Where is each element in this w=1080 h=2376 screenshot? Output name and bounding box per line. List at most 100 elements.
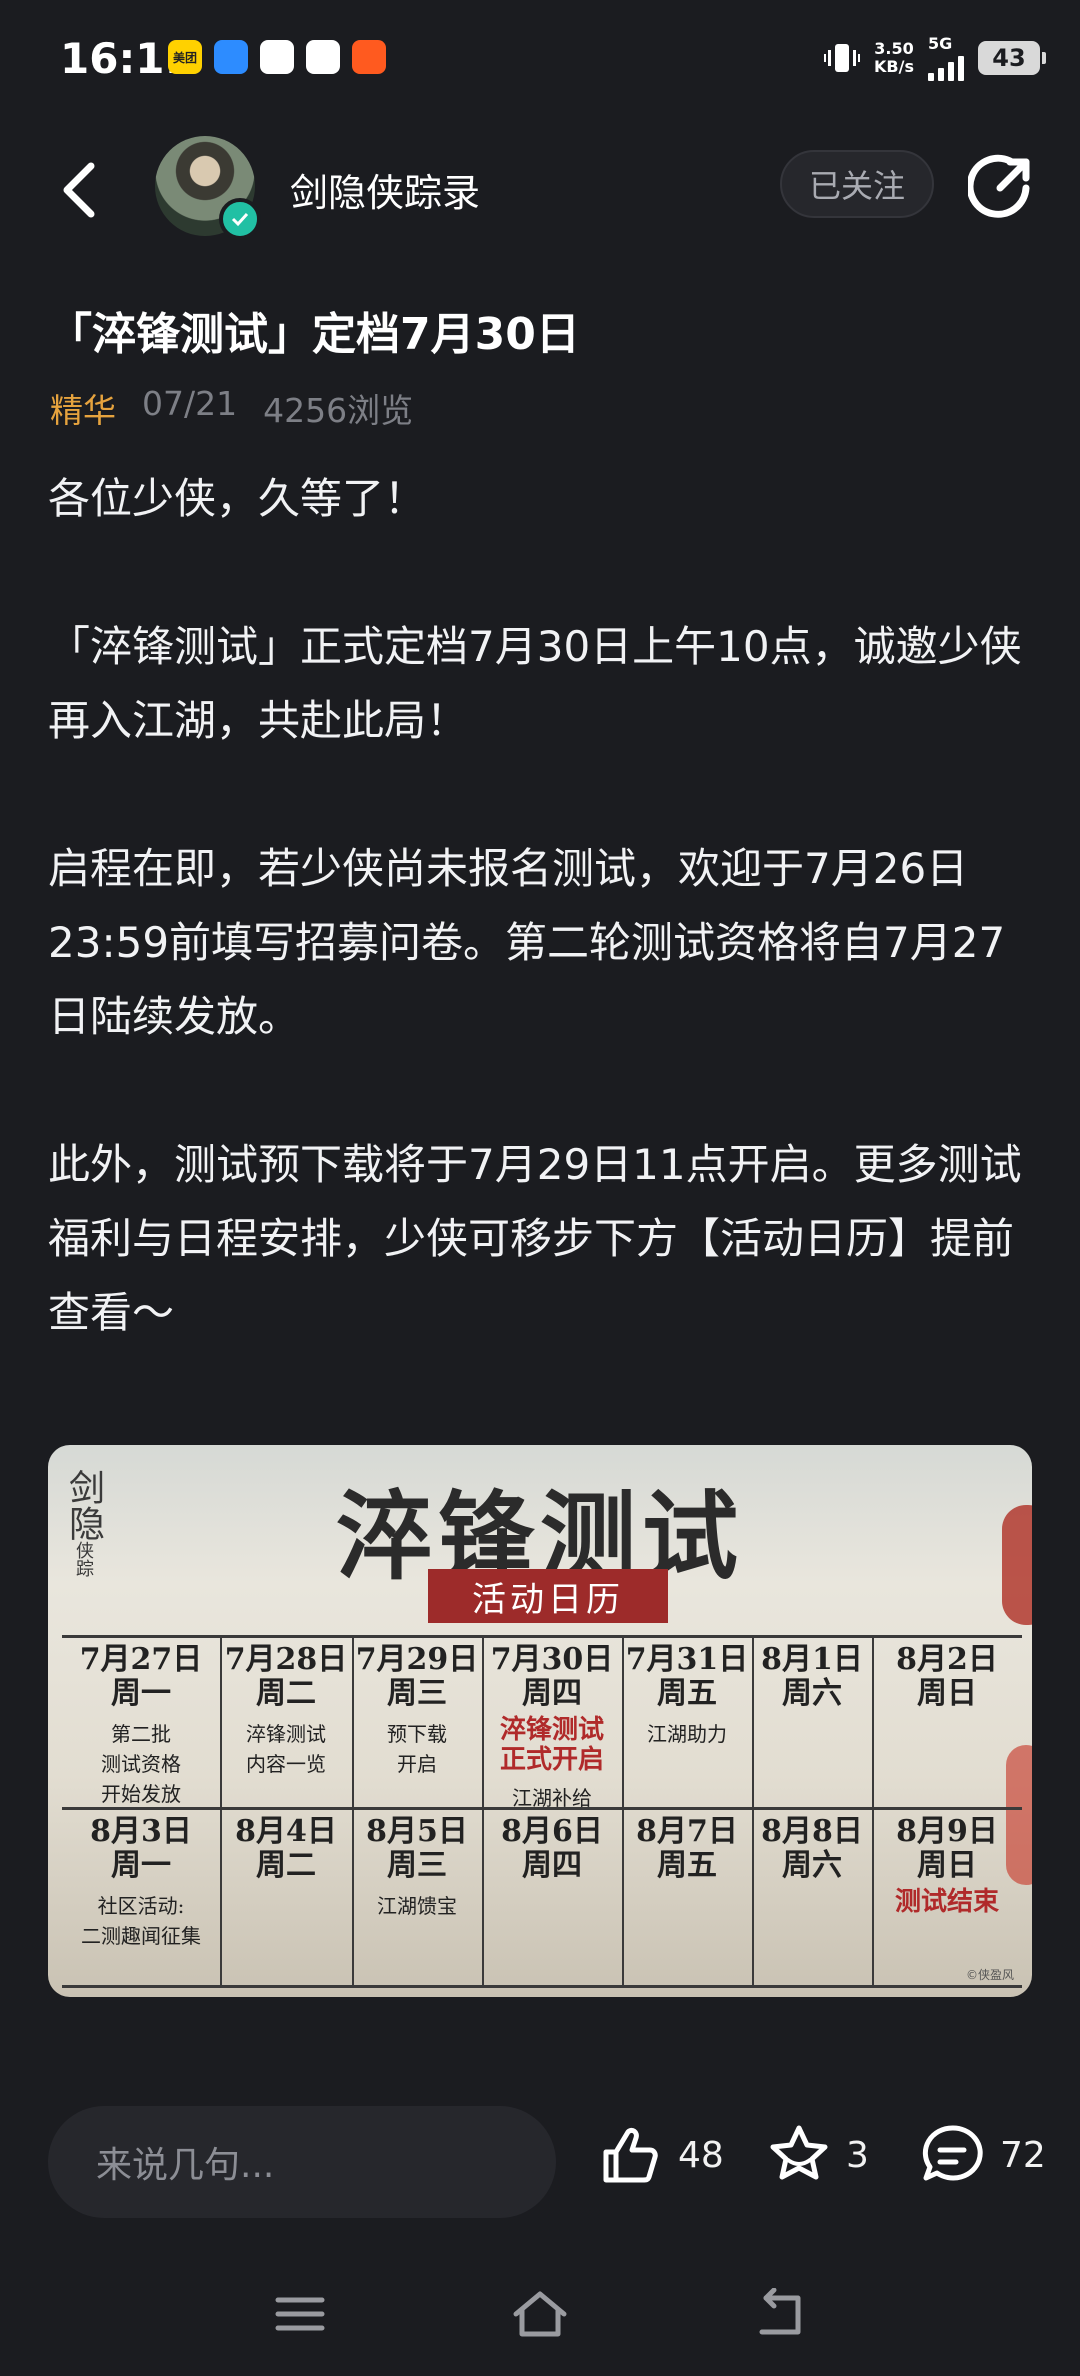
calendar-weekday: 周四 (522, 1848, 582, 1883)
paragraph: 此外，测试预下载将于7月29日11点开启。更多测试福利与日程安排，少侠可移步下方… (48, 1140, 1022, 1337)
calendar-note: 江湖补给 (512, 1786, 592, 1810)
net-speed-unit: KB/s (874, 56, 914, 76)
calendar-weekday: 周一 (111, 1848, 171, 1883)
calendar-note: 第二批 测试资格 开始发放 (101, 1722, 181, 1806)
post-title: 「淬锋测试」定档7月30日 (48, 309, 580, 360)
menu-icon[interactable] (270, 2288, 330, 2340)
favorite-button[interactable]: 3 (766, 2122, 869, 2188)
paragraph: 启程在即，若少侠尚未报名测试，欢迎于7月26日23:59前填写招募问卷。第二轮测… (48, 844, 1006, 1041)
comment-count: 72 (1000, 2134, 1046, 2176)
calendar-note: 江湖助力 (647, 1722, 727, 1746)
signal: 5G (928, 34, 964, 81)
like-button[interactable]: 48 (598, 2122, 724, 2188)
calendar-day-cell: 7月29日 周三预下载 开启 (352, 1643, 482, 1779)
follow-button[interactable]: 已关注 (780, 150, 934, 218)
calendar-date: 7月29日 (355, 1642, 479, 1677)
like-count: 48 (678, 2134, 724, 2176)
signal-bars-icon (928, 53, 964, 81)
post-meta: 精华 07/21 4256浏览 (50, 384, 413, 432)
calendar-day-cell: 8月2日 周日 (872, 1643, 1022, 1711)
calendar-date: 7月30日 (490, 1642, 614, 1677)
calendar-weekday: 周二 (256, 1676, 316, 1711)
author-avatar[interactable] (155, 136, 261, 240)
calendar-date: 7月27日 (79, 1642, 203, 1677)
status-bar: 16:11 美团 3.50 KB/s 5G 43 (0, 0, 1080, 120)
calendar-note: 江湖馈宝 (377, 1894, 457, 1918)
calendar-note: 预下载 开启 (387, 1722, 447, 1776)
calendar-highlight: 淬锋测试 正式开启 (499, 1715, 604, 1775)
calendar-row-line (62, 1985, 1022, 1988)
calendar-date: 7月28日 (224, 1642, 348, 1677)
favorite-count: 3 (846, 2134, 869, 2176)
calendar-row-line (62, 1635, 1022, 1638)
calendar-weekday: 周一 (111, 1676, 171, 1711)
calendar-day-cell: 8月5日 周三江湖馈宝 (352, 1815, 482, 1921)
calendar-day-cell: 7月28日 周二淬锋测试 内容一览 (220, 1643, 352, 1779)
calendar-date: 8月9日 (896, 1814, 998, 1849)
poster-copyright: ©侠盈风 (965, 1968, 1014, 1982)
calendar-weekday: 周日 (917, 1848, 977, 1883)
calendar-weekday: 周二 (256, 1848, 316, 1883)
calendar-date: 8月1日 (761, 1642, 863, 1677)
calendar-day-cell: 8月3日 周一社区活动: 二测趣闻征集 (62, 1815, 220, 1951)
calendar-day-cell: 7月30日 周四淬锋测试 正式开启江湖补给 (482, 1643, 622, 1813)
home-icon[interactable] (510, 2288, 570, 2340)
calendar-weekday: 周三 (387, 1848, 447, 1883)
taobao-icon (352, 40, 386, 74)
back-icon[interactable] (750, 2288, 810, 2340)
network-type: 5G (928, 34, 953, 53)
calendar-note: 社区活动: 二测趣闻征集 (81, 1894, 201, 1948)
activity-calendar-image[interactable]: 剑隐侠踪 淬锋测试 活动日历 7月27日 周一 第二批 测试资格 开始发放 7月28日… (48, 1445, 1032, 1997)
calendar-day-cell: 7月27日 周一第二批 测试资格 开始发放 (62, 1643, 220, 1809)
calendar-date: 8月6日 (501, 1814, 603, 1849)
calendar-day-cell: 7月31日 周五江湖助力 (622, 1643, 752, 1749)
bank-icon (260, 40, 294, 74)
calendar-weekday: 周六 (782, 1676, 842, 1711)
calendar-weekday: 周五 (657, 1848, 717, 1883)
post-header: 剑隐侠踪录 已关注 (0, 130, 1080, 250)
avatar-app-icon (306, 40, 340, 74)
comment-bubble-icon (922, 2125, 983, 2181)
calendar-weekday: 周六 (782, 1848, 842, 1883)
calendar-date: 8月5日 (366, 1814, 468, 1849)
author-name[interactable]: 剑隐侠踪录 (290, 162, 480, 217)
calendar-weekday: 周五 (657, 1676, 717, 1711)
calendar-date: 8月4日 (235, 1814, 337, 1849)
star-icon (770, 2125, 828, 2180)
calendar-highlight: 测试结束 (894, 1887, 999, 1917)
status-indicators: 3.50 KB/s 5G 43 (824, 34, 1046, 81)
paragraph: 各位少侠，久等了！ (48, 474, 427, 523)
system-nav-bar (0, 2264, 1080, 2376)
net-speed: 3.50 KB/s (874, 38, 914, 76)
comment-input[interactable]: 来说几句... (48, 2106, 556, 2218)
calendar-day-cell: 8月6日 周四 (482, 1815, 622, 1883)
calendar-date: 8月2日 (896, 1642, 998, 1677)
message-icon (214, 40, 248, 74)
share-icon[interactable] (968, 154, 1034, 220)
comment-button[interactable]: 72 (920, 2122, 1046, 2188)
thumbs-up-icon (603, 2127, 658, 2183)
verified-badge-icon (219, 198, 261, 240)
net-speed-value: 3.50 (874, 38, 914, 58)
back-arrow-icon[interactable] (55, 158, 105, 222)
post-body: 各位少侠，久等了！ 「淬锋测试」正式定档7月30日上午10点，诚邀少侠再入江湖，… (48, 462, 1038, 1424)
vibrate-icon (824, 43, 861, 72)
calendar-weekday: 周三 (387, 1676, 447, 1711)
calendar-date: 7月31日 (625, 1642, 749, 1677)
calendar-day-cell: 8月7日 周五 (622, 1815, 752, 1883)
calendar-day-cell: 8月1日 周六 (752, 1643, 872, 1711)
battery-icon: 43 (978, 40, 1046, 75)
calendar-weekday: 周四 (522, 1676, 582, 1711)
calendar-date: 8月8日 (761, 1814, 863, 1849)
calendar-date: 8月3日 (90, 1814, 192, 1849)
calendar-day-cell: 8月8日 周六 (752, 1815, 872, 1883)
calendar-grid: 7月27日 周一 第二批 测试资格 开始发放 7月28日 周二 淬锋测试 内容一览 7月29… (62, 1635, 1022, 1988)
poster-subtitle: 活动日历 (428, 1569, 668, 1623)
paragraph: 「淬锋测试」正式定档7月30日上午10点，诚邀少侠再入江湖，共赴此局！ (48, 622, 1022, 745)
meituan-icon: 美团 (168, 40, 202, 74)
calendar-day-cell: 8月4日 周二 (220, 1815, 352, 1883)
calendar-date: 8月7日 (636, 1814, 738, 1849)
calendar-weekday: 周日 (917, 1676, 977, 1711)
post-date: 07/21 (142, 384, 238, 423)
calendar-note: 淬锋测试 内容一览 (246, 1722, 326, 1776)
